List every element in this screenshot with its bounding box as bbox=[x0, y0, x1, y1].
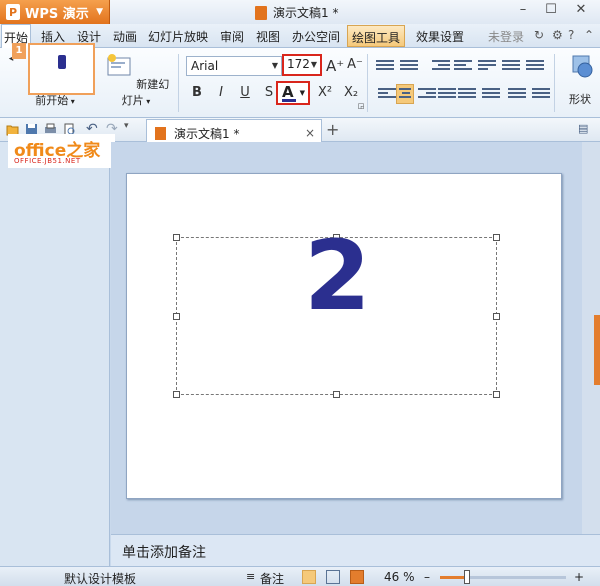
tab-office-space[interactable]: 办公空间 bbox=[292, 28, 340, 45]
font-name-value: Arial bbox=[191, 59, 219, 73]
new-tab-button[interactable]: + bbox=[326, 120, 339, 139]
zoom-in-button[interactable]: + bbox=[574, 570, 584, 584]
wps-logo-icon: P bbox=[6, 4, 20, 20]
wps-app-menu-button[interactable]: P WPS 演示 ▼ bbox=[0, 0, 110, 24]
shrink-font-button[interactable]: A⁻ bbox=[346, 57, 364, 72]
text-direction-icon[interactable] bbox=[478, 60, 496, 74]
justify-icon[interactable] bbox=[438, 88, 456, 102]
ribbon-separator bbox=[367, 54, 368, 112]
paragraph-spacing-icon[interactable] bbox=[508, 88, 526, 102]
numbering-icon[interactable] bbox=[400, 60, 418, 74]
align-center-icon[interactable] bbox=[396, 84, 414, 104]
resize-handle-bottom[interactable] bbox=[333, 391, 340, 398]
notes-toggle-label[interactable]: 备注 bbox=[260, 570, 284, 586]
chevron-down-icon: ▼ bbox=[299, 89, 305, 97]
slideshow-view-button[interactable] bbox=[350, 570, 364, 584]
resize-handle-right[interactable] bbox=[493, 313, 500, 320]
scrollbar-thumb[interactable] bbox=[594, 315, 600, 385]
increase-indent-icon[interactable] bbox=[454, 60, 472, 74]
refresh-icon[interactable]: ↻ bbox=[534, 28, 544, 42]
resize-handle-left[interactable] bbox=[173, 313, 180, 320]
font-size-value: 172 bbox=[287, 57, 310, 71]
resize-handle-top-right[interactable] bbox=[493, 234, 500, 241]
undo-icon[interactable]: ↶ bbox=[86, 121, 99, 137]
font-size-select[interactable]: 172 ▼ bbox=[282, 54, 322, 76]
normal-view-button[interactable] bbox=[302, 570, 316, 584]
shapes-icon bbox=[572, 55, 593, 78]
customize-toolbar-icon[interactable]: ▾ bbox=[124, 121, 137, 134]
align-left-icon[interactable] bbox=[378, 88, 396, 102]
shape-button[interactable]: 形状 bbox=[560, 52, 600, 107]
tab-drawing-tools[interactable]: 绘图工具 bbox=[347, 25, 406, 47]
ribbon-separator bbox=[554, 54, 555, 112]
notes-pane[interactable]: 单击添加备注 bbox=[111, 534, 600, 566]
bold-button[interactable]: B bbox=[188, 85, 206, 100]
collapse-ribbon-icon[interactable]: ⌃ bbox=[584, 28, 594, 42]
slide-text[interactable]: 2 bbox=[304, 228, 371, 324]
watermark-logo: office之家 OFFICE.JB51.NET bbox=[8, 134, 115, 168]
columns-icon[interactable] bbox=[502, 60, 520, 74]
resize-handle-bottom-left[interactable] bbox=[173, 391, 180, 398]
window-title: 演示文稿1 * bbox=[255, 4, 338, 21]
chevron-down-icon: ▼ bbox=[96, 7, 103, 17]
status-bar: 默认设计模板 ≡ 备注 46 % – + bbox=[0, 566, 600, 586]
document-tab-label: 演示文稿1 * bbox=[174, 126, 240, 141]
resize-handle-top-left[interactable] bbox=[173, 234, 180, 241]
shape-label: 形状 bbox=[569, 93, 591, 106]
distribute-icon[interactable] bbox=[458, 88, 476, 102]
font-name-select[interactable]: Arial ▼ bbox=[186, 56, 282, 76]
app-button-label: WPS 演示 bbox=[25, 6, 89, 22]
document-tab[interactable]: 演示文稿1 * × bbox=[146, 119, 322, 142]
zoom-slider-handle[interactable] bbox=[464, 570, 470, 584]
help-icon[interactable]: ? bbox=[568, 28, 574, 42]
minimize-button[interactable]: – bbox=[512, 2, 534, 17]
chevron-down-icon: ▼ bbox=[271, 61, 278, 70]
tab-view[interactable]: 视图 bbox=[256, 28, 280, 45]
thumbnail-content bbox=[58, 55, 66, 69]
notes-toggle-icon[interactable]: ≡ bbox=[246, 570, 255, 583]
close-tab-button[interactable]: × bbox=[305, 126, 315, 140]
tab-list-icon[interactable]: ▤ bbox=[578, 122, 591, 135]
tab-review[interactable]: 审阅 bbox=[220, 28, 244, 45]
bullets-icon[interactable] bbox=[376, 60, 394, 74]
align-right-icon[interactable] bbox=[418, 88, 436, 102]
slide-sorter-view-button[interactable] bbox=[326, 570, 340, 584]
ribbon-separator bbox=[178, 54, 179, 112]
title-bar: P WPS 演示 ▼ 演示文稿1 * – ☐ ✕ bbox=[0, 0, 600, 24]
underline-button[interactable]: U bbox=[236, 85, 254, 100]
tab-animation[interactable]: 动画 bbox=[113, 28, 137, 45]
slide-number: 1 bbox=[12, 43, 26, 59]
font-color-button[interactable]: A ▼ bbox=[276, 81, 310, 105]
presentation-file-icon bbox=[155, 126, 166, 140]
grow-font-button[interactable]: A⁺ bbox=[326, 57, 344, 75]
notes-placeholder: 单击添加备注 bbox=[122, 545, 206, 561]
presentation-file-icon bbox=[255, 5, 267, 20]
subscript-button[interactable]: X₂ bbox=[342, 85, 360, 100]
slides-panel: × bbox=[0, 142, 110, 566]
zoom-level[interactable]: 46 % bbox=[384, 570, 415, 584]
close-window-button[interactable]: ✕ bbox=[570, 2, 592, 17]
restore-button[interactable]: ☐ bbox=[540, 2, 562, 17]
text-align-vertical-icon[interactable] bbox=[532, 88, 550, 102]
superscript-button[interactable]: X² bbox=[316, 85, 334, 100]
slide-thumbnail[interactable] bbox=[28, 43, 95, 95]
login-status[interactable]: 未登录 bbox=[488, 28, 524, 45]
new-slide-button[interactable]: 新建幻灯片 ▾ bbox=[100, 52, 172, 108]
resize-handle-bottom-right[interactable] bbox=[493, 391, 500, 398]
tab-slideshow[interactable]: 幻灯片放映 bbox=[148, 28, 208, 45]
design-template-label[interactable]: 默认设计模板 bbox=[64, 570, 136, 586]
chevron-down-icon: ▼ bbox=[310, 60, 317, 69]
italic-button[interactable]: I bbox=[212, 85, 230, 100]
window-title-text: 演示文稿1 * bbox=[273, 6, 339, 20]
tab-effects[interactable]: 效果设置 bbox=[416, 28, 464, 45]
decrease-indent-icon[interactable] bbox=[432, 60, 450, 74]
zoom-out-button[interactable]: – bbox=[424, 570, 430, 584]
redo-icon[interactable]: ↷ bbox=[106, 121, 119, 137]
gear-icon[interactable]: ⚙ bbox=[552, 28, 563, 42]
align-text-icon[interactable] bbox=[526, 60, 544, 74]
watermark-sub-text: OFFICE.JB51.NET bbox=[14, 157, 81, 165]
line-spacing-icon[interactable] bbox=[482, 88, 500, 102]
font-color-swatch bbox=[282, 99, 296, 102]
new-slide-icon bbox=[107, 54, 131, 76]
